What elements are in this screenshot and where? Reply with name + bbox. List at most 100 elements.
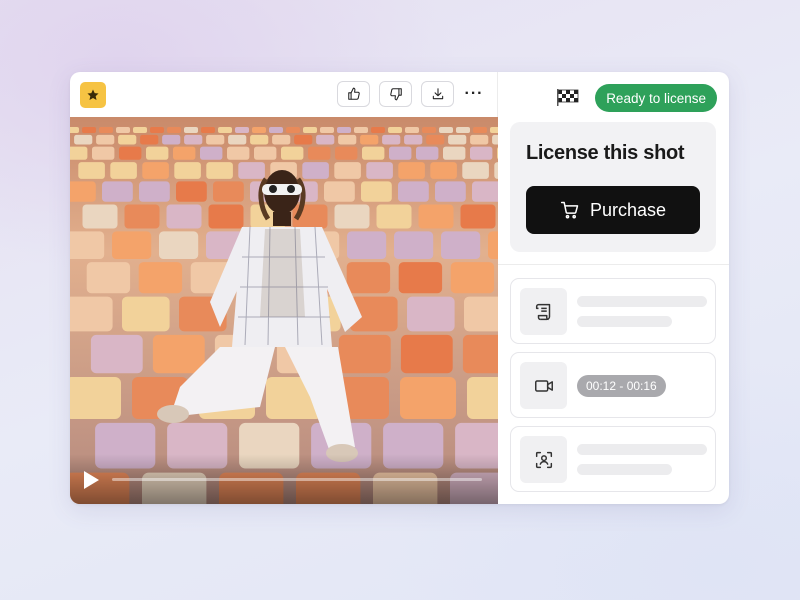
stadium-seat [176, 181, 207, 202]
media-pane: ··· [70, 72, 498, 504]
stadium-seat [443, 146, 466, 160]
stadium-seat [82, 127, 96, 133]
stadium-seat [467, 377, 498, 419]
stadium-seat [334, 162, 361, 179]
stadium-seat [174, 162, 201, 179]
stadium-seat [102, 181, 133, 202]
stadium-seat [82, 204, 118, 229]
more-options-button[interactable]: ··· [463, 81, 485, 107]
stadium-seat [361, 181, 392, 202]
stadium-seat [70, 296, 113, 332]
stadium-seat [122, 296, 170, 332]
stadium-seat [334, 204, 370, 229]
status-badge[interactable]: Ready to license [595, 84, 717, 112]
stadium-seat [418, 204, 454, 229]
stadium-seat [70, 146, 88, 160]
stadium-seat [184, 134, 203, 145]
stadium-seat [254, 146, 277, 160]
stadium-seat [206, 162, 233, 179]
download-button[interactable] [421, 81, 454, 107]
stadium-seat [400, 334, 453, 374]
stadium-seat [206, 134, 225, 145]
stadium-seat [472, 181, 498, 202]
stadium-seat [133, 127, 147, 133]
stadium-seat [346, 262, 391, 294]
stadium-seat [294, 134, 313, 145]
stadium-seat [366, 162, 393, 179]
license-title: License this shot [526, 142, 685, 164]
stadium-seat [316, 134, 335, 145]
stadium-seat [490, 127, 498, 133]
stadium-seat [70, 377, 121, 419]
stadium-seat [430, 162, 457, 179]
stadium-seat [92, 146, 115, 160]
video-camera-icon [534, 379, 553, 392]
stadium-seat [119, 146, 142, 160]
stadium-seat [150, 127, 164, 133]
like-button[interactable] [337, 81, 370, 107]
stadium-seat [407, 296, 455, 332]
stadium-seat [235, 127, 249, 133]
stadium-seat [308, 146, 331, 160]
stadium-seat [112, 231, 152, 259]
stadium-seat [389, 146, 412, 160]
text-placeholder [577, 464, 672, 475]
item-icon-box [520, 436, 567, 483]
stadium-seat [146, 146, 169, 160]
stadium-seat [456, 127, 470, 133]
list-item-document[interactable] [510, 278, 716, 344]
media-card: ··· Ready to license License this shot P… [70, 72, 729, 504]
stadium-seat [460, 204, 496, 229]
purchase-label: Purchase [589, 199, 667, 220]
dislike-button[interactable] [379, 81, 412, 107]
stadium-seat [405, 127, 419, 133]
license-panel: Ready to license License this shot Purch… [498, 72, 729, 504]
license-box: License this shot Purchase [510, 122, 716, 252]
stadium-seat [142, 162, 169, 179]
panel-header: Ready to license [498, 72, 729, 122]
stadium-seat [354, 127, 368, 133]
stadium-seat [162, 134, 181, 145]
stadium-seat [338, 134, 357, 145]
stadium-seat [70, 181, 96, 202]
stadium-seat [218, 127, 232, 133]
stadium-seat [159, 231, 199, 259]
stadium-seat [462, 162, 489, 179]
stadium-seat [398, 262, 443, 294]
stadium-seat [99, 127, 113, 133]
divider [498, 264, 729, 265]
stadium-seat [252, 127, 266, 133]
stadium-seat [302, 162, 329, 179]
stadium-seat [435, 181, 466, 202]
stadium-seat [337, 127, 351, 133]
face-scan-icon [535, 451, 552, 468]
stadium-seat [90, 334, 143, 374]
stadium-seat [208, 204, 244, 229]
video-scrubber[interactable] [112, 478, 482, 481]
stadium-seat [448, 134, 467, 145]
stadium-seat [382, 134, 401, 145]
stadium-seat [96, 134, 115, 145]
stadium-seat [173, 146, 196, 160]
download-icon [432, 88, 443, 100]
stadium-seat [394, 231, 434, 259]
text-placeholder [577, 296, 707, 307]
stadium-seat [362, 146, 385, 160]
stadium-seat [78, 162, 105, 179]
play-icon[interactable] [82, 470, 100, 490]
stadium-seat [139, 181, 170, 202]
stadium-seat [110, 162, 137, 179]
stadium-seat [422, 127, 436, 133]
stadium-seat [488, 231, 498, 259]
stadium-seat [281, 146, 304, 160]
list-item-clip[interactable]: 00:12 - 00:16 [510, 352, 716, 418]
purchase-button[interactable]: Purchase [526, 186, 700, 234]
list-item-face[interactable] [510, 426, 716, 492]
stadium-seat [228, 134, 247, 145]
stadium-photo [70, 117, 498, 504]
stadium-seat [416, 146, 439, 160]
stadium-seat [152, 334, 205, 374]
scroll-icon [535, 303, 550, 320]
media-preview[interactable] [70, 117, 498, 504]
favorite-button[interactable] [80, 81, 106, 108]
